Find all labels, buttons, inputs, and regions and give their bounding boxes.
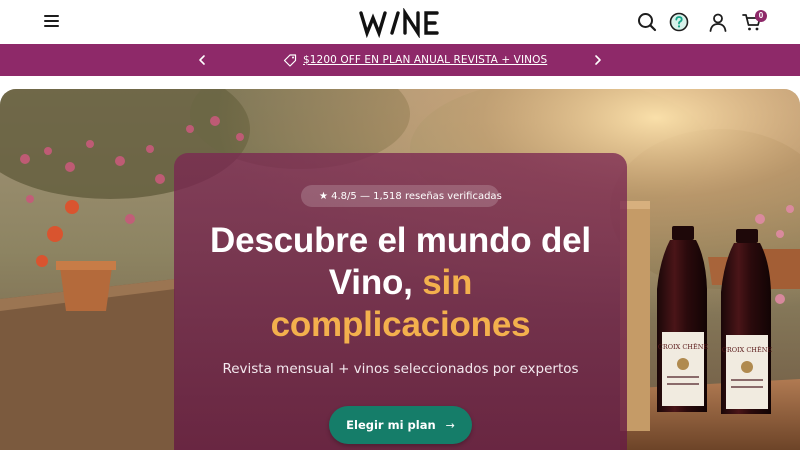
headline-line-2-plain: Vino,	[328, 263, 423, 302]
promo-link[interactable]: $1200 OFF EN PLAN ANUAL REVISTA + VINOS	[283, 52, 547, 68]
account-icon[interactable]	[707, 11, 729, 33]
headline-line-1: Descubre el mundo del	[210, 221, 591, 260]
tag-icon	[283, 54, 297, 67]
headline-line-3-accent: complicaciones	[270, 305, 531, 344]
promo-banner: $1200 OFF EN PLAN ANUAL REVISTA + VINOS	[0, 44, 800, 76]
arrow-right-icon: →	[445, 418, 455, 432]
choose-plan-label: Elegir mi plan	[346, 418, 436, 432]
choose-plan-button[interactable]: Elegir mi plan →	[329, 406, 472, 444]
help-icon[interactable]	[668, 11, 690, 33]
rating-badge: ★ 4.8/5 — 1,518 reseñas verificadas	[301, 185, 502, 207]
headline-line-2-accent: sin	[422, 263, 473, 302]
hero-headline: Descubre el mundo del Vino, sin complica…	[174, 220, 627, 346]
site-header: 0	[0, 0, 800, 44]
menu-icon[interactable]	[44, 15, 59, 27]
svg-text:CROIX CHÊNE: CROIX CHÊNE	[722, 345, 773, 354]
promo-text: $1200 OFF EN PLAN ANUAL REVISTA + VINOS	[303, 54, 548, 66]
chevron-left-icon[interactable]	[194, 52, 210, 68]
hero-subheadline: Revista mensual + vinos seleccionados po…	[222, 361, 579, 377]
rating-text: ★ 4.8/5 — 1,518 reseñas verificadas	[319, 190, 502, 202]
search-icon[interactable]	[636, 11, 658, 33]
cart-count-badge: 0	[755, 10, 767, 22]
svg-text:CROIX CHÊNE: CROIX CHÊNE	[658, 342, 709, 351]
chevron-right-icon[interactable]	[590, 52, 606, 68]
wine-logo[interactable]	[358, 8, 442, 38]
